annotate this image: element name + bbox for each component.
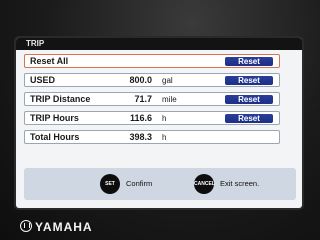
reset-trip-hours-button[interactable]: Reset (225, 114, 273, 123)
row-label: USED (30, 75, 56, 85)
brand-name: YAMAHA (35, 220, 93, 234)
cancel-button[interactable]: CANCEL (194, 174, 215, 194)
cancel-hint: Exit screen. (220, 179, 260, 188)
row-unit: mile (162, 95, 177, 104)
reset-used-button[interactable]: Reset (225, 76, 273, 85)
row-unit: h (162, 114, 167, 123)
reset-trip-distance-button[interactable]: Reset (225, 95, 273, 104)
brand-logo: YAMAHA (20, 220, 93, 234)
set-hint: Confirm (126, 179, 153, 188)
row-used[interactable]: USED 800.0 gal Reset (24, 73, 280, 87)
row-unit: h (162, 133, 167, 142)
row-label: Total Hours (30, 132, 80, 142)
row-trip-distance[interactable]: TRIP Distance 71.7 mile Reset (24, 92, 280, 106)
row-value: 800.0 (129, 75, 152, 85)
footer-bar: SET Confirm CANCEL Exit screen. (24, 168, 296, 200)
row-value: 116.6 (129, 113, 152, 123)
row-reset-all[interactable]: Reset All Reset (24, 54, 280, 68)
row-unit: gal (162, 76, 173, 85)
row-label: TRIP Distance (30, 94, 91, 104)
row-total-hours: Total Hours 398.3 h (24, 130, 280, 144)
screen-title: TRIP (16, 38, 302, 50)
set-button[interactable]: SET (100, 174, 120, 194)
display-screen: TRIP Reset All Reset USED 800.0 gal Rese… (16, 38, 302, 208)
row-trip-hours[interactable]: TRIP Hours 116.6 h Reset (24, 111, 280, 125)
row-label: Reset All (30, 56, 69, 66)
row-value: 71.7 (134, 94, 152, 104)
row-value: 398.3 (129, 132, 152, 142)
reset-all-button[interactable]: Reset (225, 57, 273, 66)
row-label: TRIP Hours (30, 113, 79, 123)
tuning-fork-icon (20, 220, 32, 232)
